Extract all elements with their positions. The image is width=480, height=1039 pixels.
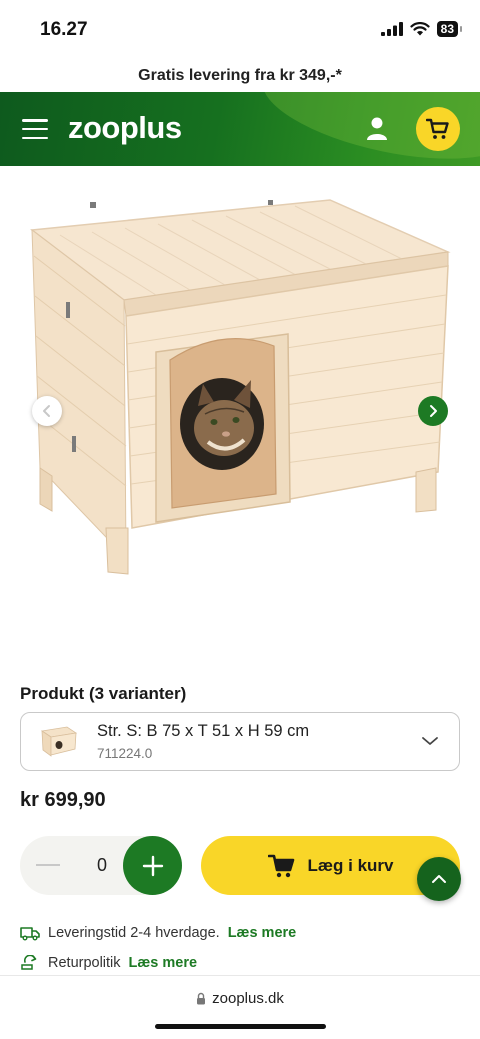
delivery-info: Leveringstid 2-4 hverdage. Læs mere	[20, 925, 296, 941]
plus-icon	[142, 855, 163, 876]
gallery-next-button[interactable]	[418, 396, 448, 426]
cart-icon	[267, 854, 294, 877]
product-gallery[interactable]	[0, 166, 480, 656]
scroll-to-top-button[interactable]	[417, 857, 461, 901]
add-to-cart-label: Læg i kurv	[307, 855, 394, 875]
delivery-text: Leveringstid 2-4 hverdage.	[48, 925, 220, 941]
address-bar[interactable]: zooplus.dk	[0, 990, 480, 1007]
variant-thumbnail	[40, 726, 78, 757]
signal-icon	[380, 22, 403, 36]
quantity-value[interactable]: 0	[92, 855, 112, 876]
url-text: zooplus.dk	[212, 990, 284, 1007]
variant-sku: 711224.0	[97, 746, 153, 761]
return-read-more-link[interactable]: Læs mere	[129, 955, 198, 971]
browser-bar: zooplus.dk	[0, 975, 480, 1039]
variant-name: Str. S: B 75 x T 51 x H 59 cm	[97, 722, 310, 740]
variant-heading: Produkt (3 varianter)	[20, 684, 187, 703]
zooplus-logo[interactable]: zooplus	[68, 110, 182, 146]
site-header: zooplus	[0, 92, 480, 166]
truck-icon	[20, 927, 40, 941]
gallery-prev-button[interactable]	[32, 396, 62, 426]
delivery-read-more-link[interactable]: Læs mere	[228, 925, 297, 941]
variant-dropdown[interactable]: Str. S: B 75 x T 51 x H 59 cm 711224.0	[20, 712, 460, 771]
chevron-up-icon	[432, 875, 446, 883]
promo-banner: Gratis levering fra kr 349,-*	[138, 67, 342, 84]
wifi-icon	[410, 22, 430, 36]
return-text: Returpolitik	[48, 955, 121, 971]
quantity-stepper: 0	[20, 836, 182, 895]
battery-indicator: 83	[436, 21, 463, 37]
status-icons: 83	[380, 21, 463, 37]
chevron-down-icon	[422, 737, 438, 745]
hamburger-menu-icon[interactable]	[22, 119, 48, 139]
status-time: 16.27	[40, 19, 88, 40]
status-bar: 16.27 83	[0, 0, 480, 60]
quantity-decrease-button[interactable]	[36, 864, 60, 866]
product-image	[30, 199, 451, 575]
user-icon[interactable]	[362, 114, 392, 144]
lock-icon	[197, 992, 206, 1005]
chevron-left-icon	[43, 405, 50, 417]
chevron-right-icon	[430, 405, 437, 417]
quantity-increase-button[interactable]	[123, 836, 182, 895]
return-info: Returpolitik Læs mere	[20, 955, 197, 971]
cart-button[interactable]	[416, 107, 460, 151]
cart-icon	[426, 118, 449, 139]
product-price: kr 699,90	[20, 789, 106, 811]
home-indicator[interactable]	[155, 1024, 326, 1029]
return-icon	[21, 955, 37, 970]
